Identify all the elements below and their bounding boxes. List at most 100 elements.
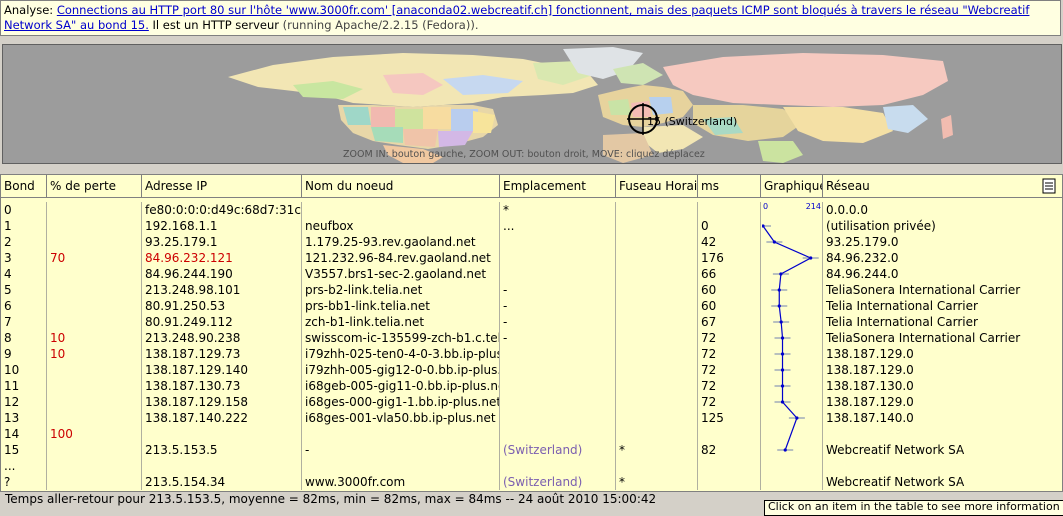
- cell-net: 138.187.129.0: [826, 395, 914, 409]
- col-ms[interactable]: ms: [698, 175, 761, 197]
- cell-net: 138.187.129.0: [826, 347, 914, 361]
- cell-tz: [616, 378, 698, 394]
- cell-tz: [616, 458, 698, 474]
- table-row[interactable]: 12 138.187.129.158 i68ges-000-gig1-1.bb.ip…: [1, 394, 1062, 410]
- cell-hop: ...: [1, 458, 47, 474]
- cell-hop: 1: [1, 218, 47, 234]
- table-row[interactable]: 3 70 84.96.232.121 121.232.96-84.rev.gaolan…: [1, 250, 1062, 266]
- table-row[interactable]: 0 fe80:0:0:0:d49c:68d7:31c0:4 * 0.0.0.0: [1, 202, 1062, 218]
- cell-ms: 0: [698, 218, 761, 234]
- cell-loss: [47, 314, 142, 330]
- cell-ip: 213.248.90.238: [142, 330, 302, 346]
- cell-net: [823, 426, 1062, 442]
- cell-node: i79zhh-025-ten0-4-0-3.bb.ip-plus.ne: [302, 346, 500, 362]
- table-row[interactable]: 8 10 213.248.90.238 swisscom-ic-135599-zch-…: [1, 330, 1062, 346]
- cell-ms: 125: [698, 410, 761, 426]
- cell-hop: 0: [1, 202, 47, 218]
- cell-ms: [698, 458, 761, 474]
- graph-scale-min: 0: [763, 202, 768, 211]
- cell-location: [500, 378, 616, 394]
- table-row[interactable]: ...: [1, 458, 1062, 474]
- table-row[interactable]: 4 84.96.244.190 V3557.brs1-sec-2.gaoland.n…: [1, 266, 1062, 282]
- cell-tz: [616, 266, 698, 282]
- cell-net: Telia International Carrier: [826, 315, 978, 329]
- cell-loss: 10: [47, 346, 142, 362]
- cell-net: [823, 458, 1062, 474]
- cell-location: (Switzerland): [500, 442, 616, 458]
- table-row[interactable]: 15 213.5.153.5- (Switzerland) * 82 Webcreatif…: [1, 442, 1062, 458]
- cell-tz: [616, 298, 698, 314]
- cell-node: prs-b2-link.telia.net: [302, 282, 500, 298]
- table-row[interactable]: 14 100: [1, 426, 1062, 442]
- latency-point: [780, 368, 785, 372]
- cell-location: -: [500, 282, 616, 298]
- cell-hop: 12: [1, 394, 47, 410]
- cell-tz: [616, 426, 698, 442]
- latency-point: [780, 352, 785, 356]
- cell-ms: 42: [698, 234, 761, 250]
- cell-tz: [616, 410, 698, 426]
- cell-location: [500, 426, 616, 442]
- cell-tz: [616, 346, 698, 362]
- col-hop[interactable]: Bond: [1, 175, 47, 197]
- cell-node: 1.179.25-93.rev.gaoland.net: [302, 234, 500, 250]
- col-network[interactable]: Réseau: [823, 175, 1062, 197]
- col-location[interactable]: Emplacement: [500, 175, 616, 197]
- cell-ip: 213.5.153.5: [142, 442, 302, 458]
- cell-loss: 10: [47, 330, 142, 346]
- help-tooltip: Click on an item in the table to see mor…: [764, 500, 1063, 516]
- col-timezone[interactable]: Fuseau Horai: [616, 175, 698, 197]
- cell-ms: [698, 426, 761, 442]
- cell-loss: [47, 474, 142, 490]
- cell-hop: 10: [1, 362, 47, 378]
- cell-loss: [47, 218, 142, 234]
- cell-loss: [47, 234, 142, 250]
- cell-loss: [47, 362, 142, 378]
- cell-hop: 15: [1, 442, 47, 458]
- cell-hop: 7: [1, 314, 47, 330]
- report-document-icon[interactable]: [1042, 178, 1056, 197]
- table-row[interactable]: 7 80.91.249.112 zch-b1-link.telia.net - 67 Te…: [1, 314, 1062, 330]
- cell-hop: 4: [1, 266, 47, 282]
- cell-node: i68ges-001-vla50.bb.ip-plus.net: [302, 410, 500, 426]
- col-loss[interactable]: % de perte: [47, 175, 142, 197]
- cell-ip: fe80:0:0:0:d49c:68d7:31c0:4: [142, 202, 302, 218]
- latency-point: [780, 384, 785, 388]
- cell-node: 121.232.96-84.rev.gaoland.net: [302, 250, 500, 266]
- cell-net: TeliaSonera International Carrier: [826, 283, 1021, 297]
- cell-location: (Switzerland): [500, 474, 616, 490]
- cell-net: Webcreatif Network SA: [826, 443, 965, 457]
- latency-graph: 0 214: [762, 202, 821, 452]
- table-row[interactable]: 11 138.187.130.73 i68geb-005-gig11-0.bb.ip…: [1, 378, 1062, 394]
- table-row[interactable]: 2 93.25.179.1 1.179.25-93.rev.gaoland.net 4…: [1, 234, 1062, 250]
- cell-ms: [698, 474, 761, 490]
- table-row[interactable]: 5 213.248.98.101 prs-b2-link.telia.net - 60 T…: [1, 282, 1062, 298]
- cell-net: 93.25.179.0: [826, 235, 899, 249]
- cell-node: i68ges-000-gig1-1.bb.ip-plus.net: [302, 394, 500, 410]
- cell-ms: 176: [698, 250, 761, 266]
- cell-hop: 5: [1, 282, 47, 298]
- cell-loss: [47, 266, 142, 282]
- cell-tz: [616, 330, 698, 346]
- cell-node: i79zhh-005-gig12-0-0.bb.ip-plus.ne: [302, 362, 500, 378]
- table-row[interactable]: ? 213.5.154.34 www.3000fr.com (Switzerland)…: [1, 474, 1062, 490]
- cell-ms: 72: [698, 346, 761, 362]
- cell-ms: 72: [698, 394, 761, 410]
- cell-location: *: [500, 202, 616, 218]
- col-graph[interactable]: Graphique: [761, 175, 823, 197]
- table-row[interactable]: 9 10 138.187.129.73 i79zhh-025-ten0-4-0-3.b…: [1, 346, 1062, 362]
- world-map[interactable]: 15 (Switzerland) ZOOM IN: bouton gauche,…: [2, 44, 1062, 164]
- col-ip[interactable]: Adresse IP: [142, 175, 302, 197]
- col-node[interactable]: Nom du noeud: [302, 175, 500, 197]
- cell-tz: [616, 234, 698, 250]
- table-row[interactable]: 6 80.91.250.53 prs-bb1-link.telia.net - 60 Te…: [1, 298, 1062, 314]
- cell-ms: 72: [698, 362, 761, 378]
- table-row[interactable]: 13 138.187.140.222 i68ges-001-vla50.bb.ip-…: [1, 410, 1062, 426]
- cell-tz: *: [616, 442, 698, 458]
- cell-loss: [47, 410, 142, 426]
- table-row[interactable]: 10 138.187.129.140 i79zhh-005-gig12-0-0.bb…: [1, 362, 1062, 378]
- table-row[interactable]: 1 192.168.1.1 neufbox... 0 (utilisation priv…: [1, 218, 1062, 234]
- cell-ip: 213.248.98.101: [142, 282, 302, 298]
- cell-ip: 192.168.1.1: [142, 218, 302, 234]
- latency-point: [809, 256, 813, 260]
